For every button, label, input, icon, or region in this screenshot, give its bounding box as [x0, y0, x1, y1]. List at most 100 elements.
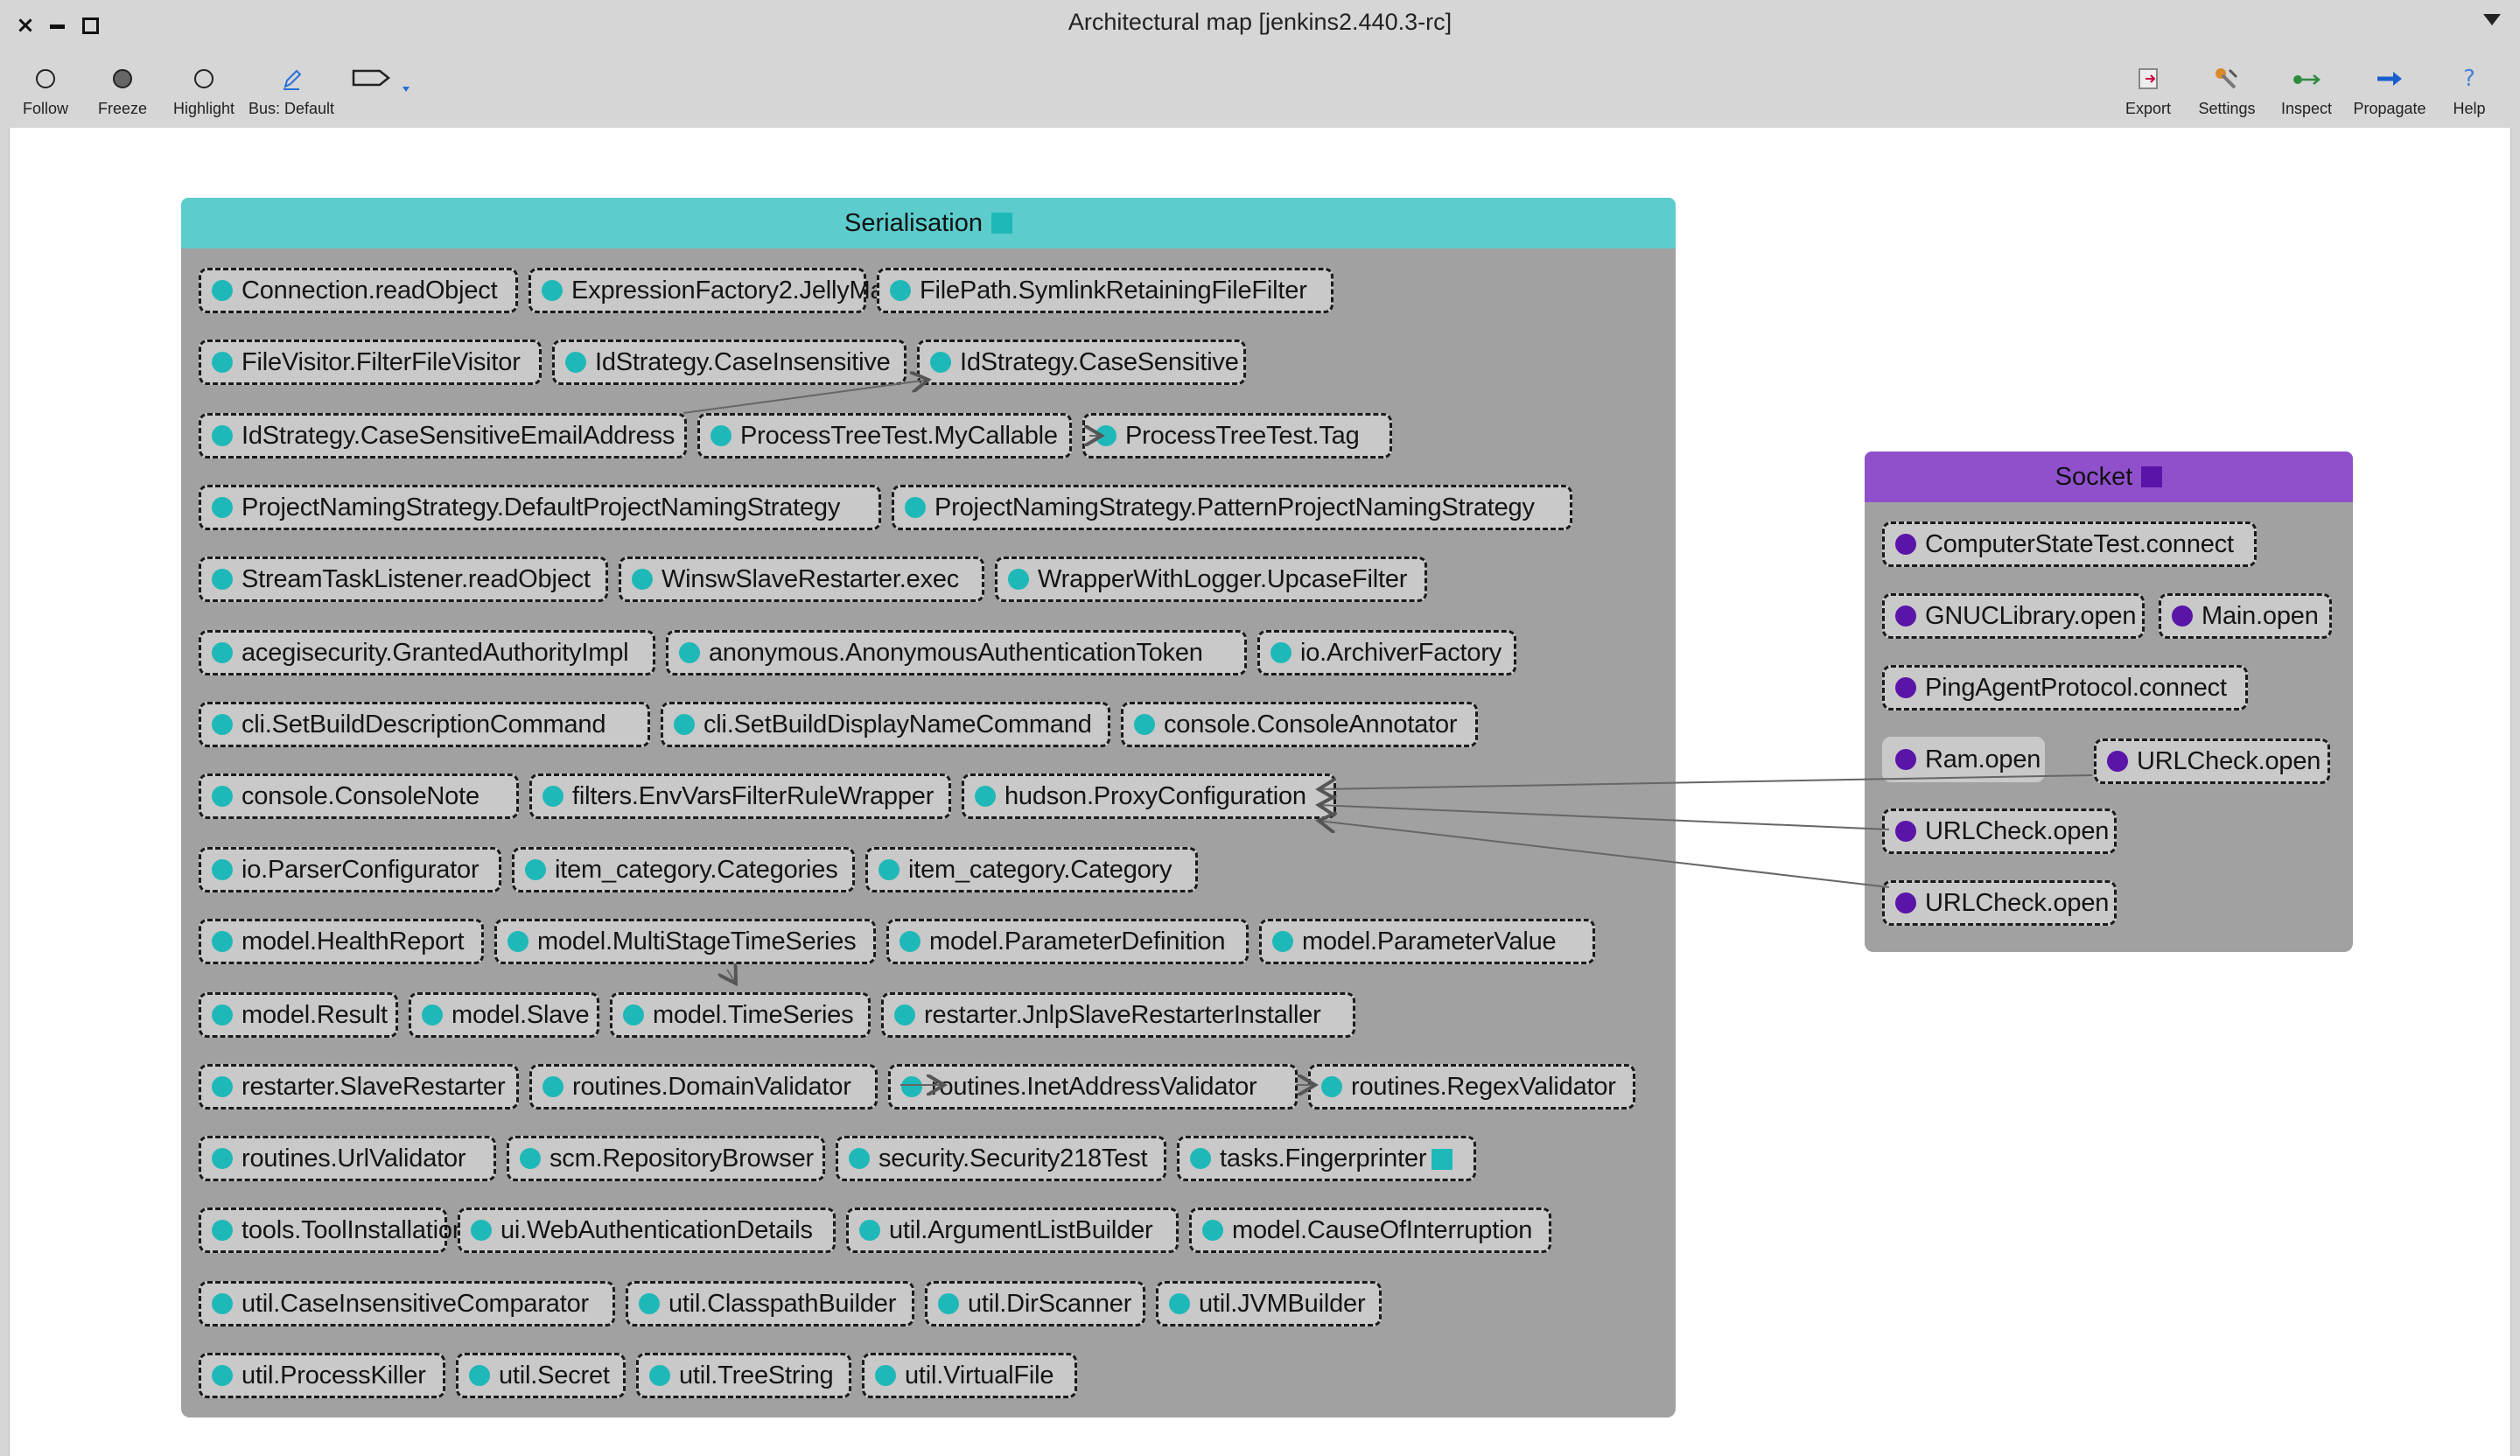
- follow-button[interactable]: Follow: [19, 61, 72, 118]
- node-label: tools.ToolInstallation: [242, 1216, 466, 1244]
- socket-node[interactable]: Ram.open: [1882, 737, 2045, 782]
- class-node[interactable]: ProcessTreeTest.Tag: [1082, 413, 1392, 458]
- socket-node[interactable]: PingAgentProtocol.connect: [1882, 665, 2248, 710]
- class-node[interactable]: util.VirtualFile: [862, 1353, 1077, 1398]
- class-node[interactable]: routines.InetAddressValidator: [888, 1064, 1298, 1110]
- class-node[interactable]: model.CauseOfInterruption: [1189, 1208, 1551, 1253]
- node-label: IdStrategy.CaseSensitive: [960, 348, 1239, 376]
- class-node[interactable]: ExpressionFactory2.JellyMap: [528, 268, 899, 313]
- node-dot-icon: [1895, 606, 1916, 626]
- group-socket[interactable]: Socket ComputerStateTest.connect GNUCLibr…: [1865, 452, 2353, 952]
- socket-node[interactable]: ComputerStateTest.connect: [1882, 522, 2257, 567]
- window-title: Architectural map [jenkins2.440.3-rc]: [1068, 9, 1452, 35]
- node-dot-icon: [639, 1293, 660, 1314]
- socket-node[interactable]: URLCheck.open: [1882, 808, 2117, 854]
- class-node[interactable]: util.TreeString: [636, 1353, 851, 1398]
- class-node[interactable]: FileVisitor.FilterFileVisitor: [199, 340, 542, 385]
- class-node[interactable]: ui.WebAuthenticationDetails: [458, 1208, 836, 1253]
- class-node[interactable]: ProjectNamingStrategy.PatternProjectNami…: [892, 485, 1572, 530]
- title-bar: × Architectural map [jenkins2.440.3-rc]: [0, 0, 2520, 52]
- class-node[interactable]: cli.SetBuildDisplayNameCommand: [661, 702, 1110, 747]
- highlight-label: Highlight: [172, 100, 235, 117]
- class-node[interactable]: model.ParameterDefinition: [886, 919, 1249, 964]
- socket-node[interactable]: URLCheck.open: [1882, 880, 2117, 926]
- node-label: hudson.ProxyConfiguration: [1004, 782, 1306, 810]
- class-node[interactable]: model.TimeSeries: [610, 992, 871, 1038]
- class-node[interactable]: anonymous.AnonymousAuthenticationToken: [666, 630, 1247, 676]
- node-dot-icon: [212, 1220, 233, 1241]
- class-node[interactable]: IdStrategy.CaseSensitiveEmailAddress: [199, 413, 687, 458]
- class-node[interactable]: console.ConsoleAnnotator: [1121, 702, 1478, 747]
- class-node[interactable]: model.ParameterValue: [1259, 919, 1595, 964]
- class-node[interactable]: model.Slave: [409, 992, 599, 1038]
- class-node[interactable]: util.ArgumentListBuilder: [846, 1208, 1179, 1253]
- class-node[interactable]: util.DirScanner: [925, 1281, 1145, 1326]
- node-dot-icon: [212, 352, 233, 373]
- propagate-button[interactable]: Propagate: [2348, 61, 2432, 118]
- node-dot-icon: [212, 280, 233, 301]
- class-node[interactable]: io.ArchiverFactory: [1257, 630, 1516, 676]
- class-node[interactable]: util.JVMBuilder: [1156, 1281, 1382, 1326]
- class-node[interactable]: tasks.Fingerprinter: [1177, 1136, 1476, 1181]
- class-node[interactable]: restarter.JnlpSlaveRestarterInstaller: [881, 992, 1355, 1038]
- class-node[interactable]: cli.SetBuildDescriptionCommand: [199, 702, 650, 747]
- node-dot-icon: [679, 642, 700, 663]
- node-label: model.Slave: [452, 1001, 590, 1029]
- freeze-button[interactable]: Freeze: [96, 61, 149, 118]
- class-node[interactable]: util.ClasspathBuilder: [626, 1281, 914, 1326]
- class-node[interactable]: IdStrategy.CaseSensitive: [917, 340, 1246, 385]
- chevron-down-icon[interactable]: [2483, 14, 2501, 25]
- class-node[interactable]: routines.UrlValidator: [199, 1136, 496, 1181]
- class-node[interactable]: WinswSlaveRestarter.exec: [619, 556, 984, 602]
- node-label: ProcessTreeTest.Tag: [1125, 422, 1360, 450]
- bus-button[interactable]: Bus: Default: [248, 61, 335, 118]
- class-node[interactable]: item_category.Category: [865, 847, 1198, 892]
- tag-button[interactable]: [346, 61, 416, 96]
- class-node[interactable]: hudson.ProxyConfiguration: [962, 774, 1336, 819]
- class-node[interactable]: util.ProcessKiller: [199, 1353, 445, 1398]
- group-header[interactable]: Socket: [1865, 452, 2353, 502]
- class-node[interactable]: filters.EnvVarsFilterRuleWrapper: [529, 774, 951, 819]
- node-dot-icon: [542, 1076, 564, 1097]
- class-node[interactable]: routines.RegexValidator: [1308, 1064, 1635, 1110]
- inspect-button[interactable]: Inspect: [2273, 61, 2340, 118]
- group-serialisation[interactable]: Serialisation Connection.readObject Expre…: [181, 198, 1676, 1418]
- class-node[interactable]: FilePath.SymlinkRetainingFileFilter: [877, 268, 1334, 313]
- class-node[interactable]: security.Security218Test: [836, 1136, 1166, 1181]
- socket-node[interactable]: GNUCLibrary.open: [1882, 593, 2145, 639]
- class-node[interactable]: item_category.Categories: [512, 847, 855, 892]
- group-color-swatch: [2141, 466, 2163, 487]
- class-node[interactable]: ProcessTreeTest.MyCallable: [697, 413, 1072, 458]
- map-canvas[interactable]: Serialisation Connection.readObject Expre…: [9, 128, 2511, 1456]
- class-node[interactable]: scm.RepositoryBrowser: [507, 1136, 825, 1181]
- class-node[interactable]: acegisecurity.GrantedAuthorityImpl: [199, 630, 655, 676]
- class-node[interactable]: tools.ToolInstallation: [199, 1208, 466, 1253]
- class-node[interactable]: util.Secret: [456, 1353, 626, 1398]
- node-dot-icon: [212, 642, 233, 663]
- socket-node[interactable]: URLCheck.open: [2094, 738, 2330, 784]
- class-node[interactable]: WrapperWithLogger.UpcaseFilter: [995, 556, 1427, 602]
- class-node[interactable]: Connection.readObject: [199, 268, 518, 313]
- settings-button[interactable]: Settings: [2192, 61, 2262, 118]
- group-header[interactable]: Serialisation: [181, 198, 1676, 248]
- class-node[interactable]: ProjectNamingStrategy.DefaultProjectNami…: [199, 485, 881, 530]
- node-dot-icon: [975, 786, 996, 807]
- class-node[interactable]: restarter.SlaveRestarter: [199, 1064, 519, 1110]
- node-label: util.ClasspathBuilder: [668, 1290, 897, 1318]
- class-node[interactable]: io.ParserConfigurator: [199, 847, 501, 892]
- node-dot-icon: [525, 859, 546, 880]
- class-node[interactable]: model.Result: [199, 992, 398, 1038]
- class-node[interactable]: console.ConsoleNote: [199, 774, 519, 819]
- class-node[interactable]: util.CaseInsensitiveComparator: [199, 1281, 615, 1326]
- class-node[interactable]: routines.DomainValidator: [529, 1064, 878, 1110]
- class-node[interactable]: model.HealthReport: [199, 919, 484, 964]
- socket-node[interactable]: Main.open: [2159, 593, 2332, 639]
- node-dot-icon: [212, 1004, 233, 1026]
- node-dot-icon: [674, 714, 695, 735]
- class-node[interactable]: IdStrategy.CaseInsensitive: [552, 340, 906, 385]
- highlight-button[interactable]: Highlight: [169, 61, 239, 118]
- class-node[interactable]: StreamTaskListener.readObject: [199, 556, 608, 602]
- class-node[interactable]: model.MultiStageTimeSeries: [494, 919, 876, 964]
- help-button[interactable]: ? Help: [2443, 61, 2496, 118]
- export-button[interactable]: Export: [2122, 61, 2174, 118]
